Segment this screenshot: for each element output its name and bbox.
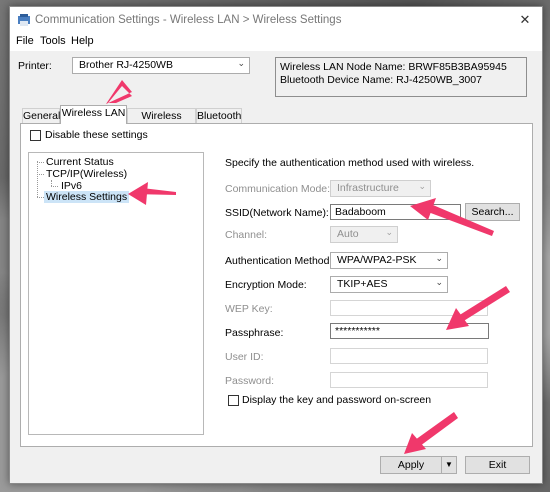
printer-dropdown[interactable]: Brother RJ-4250WB ⌄: [72, 57, 250, 74]
user-id-input[interactable]: [330, 348, 488, 364]
settings-tree: Current Status TCP/IP(Wireless) IPv6 Wir…: [28, 152, 204, 435]
user-id-label: User ID:: [225, 351, 264, 363]
channel-dropdown[interactable]: Auto ⌄: [330, 226, 398, 243]
exit-button[interactable]: Exit: [465, 456, 530, 474]
app-icon: [18, 14, 30, 26]
auth-method-value: WPA/WPA2-PSK: [337, 254, 417, 266]
tree-item-current-status[interactable]: Current Status: [46, 156, 114, 168]
channel-value: Auto: [337, 228, 359, 240]
bluetooth-device-name: Bluetooth Device Name: RJ-4250WB_3007: [280, 74, 482, 86]
tab-general[interactable]: General: [22, 108, 60, 123]
passphrase-input[interactable]: ***********: [330, 323, 489, 339]
wep-key-label: WEP Key:: [225, 303, 273, 315]
menu-bar: File Tools Help: [10, 33, 542, 51]
instruction-text: Specify the authentication method used w…: [225, 157, 475, 169]
tab-bluetooth[interactable]: Bluetooth: [196, 108, 242, 123]
encryption-mode-dropdown[interactable]: TKIP+AES ⌄: [330, 276, 448, 293]
title-bar[interactable]: Communication Settings - Wireless LAN > …: [10, 7, 542, 33]
ssid-label: SSID(Network Name):: [225, 207, 329, 219]
chevron-down-icon: ⌄: [435, 277, 443, 287]
display-key-checkbox[interactable]: [228, 395, 239, 406]
passphrase-value: ***********: [335, 325, 380, 337]
encryption-mode-label: Encryption Mode:: [225, 279, 307, 291]
caret-down-icon: ▼: [445, 460, 453, 469]
printer-selected-value: Brother RJ-4250WB: [79, 59, 173, 71]
tree-connector-line: [37, 174, 44, 175]
chevron-down-icon: ⌄: [237, 58, 245, 68]
auth-method-dropdown[interactable]: WPA/WPA2-PSK ⌄: [330, 252, 448, 269]
printer-label: Printer:: [18, 60, 52, 72]
tree-connector-line: [51, 186, 58, 187]
comm-mode-dropdown[interactable]: Infrastructure ⌄: [330, 180, 431, 197]
menu-file[interactable]: File: [16, 35, 34, 47]
passphrase-label: Passphrase:: [225, 327, 284, 339]
tab-wireless-direct[interactable]: Wireless Direct: [127, 108, 196, 137]
menu-tools[interactable]: Tools: [40, 35, 66, 47]
ssid-input[interactable]: Badaboom: [330, 204, 461, 220]
disable-settings-label: Disable these settings: [45, 129, 148, 141]
chevron-down-icon: ⌄: [418, 181, 426, 191]
wlan-node-name: Wireless LAN Node Name: BRWF85B3BA95945: [280, 61, 507, 73]
wep-key-input[interactable]: [330, 300, 488, 316]
chevron-down-icon: ⌄: [435, 253, 443, 263]
communication-settings-window: Communication Settings - Wireless LAN > …: [9, 6, 543, 484]
tree-connector-line: [37, 161, 38, 197]
auth-method-label: Authentication Method:: [225, 255, 333, 267]
display-key-label: Display the key and password on-screen: [242, 394, 432, 406]
tab-wireless-lan[interactable]: Wireless LAN: [60, 105, 127, 124]
disable-settings-checkbox[interactable]: [30, 130, 41, 141]
encryption-mode-value: TKIP+AES: [337, 278, 388, 290]
tree-item-wireless-settings[interactable]: Wireless Settings: [44, 191, 130, 203]
chevron-down-icon: ⌄: [385, 227, 393, 237]
device-info-box: Wireless LAN Node Name: BRWF85B3BA95945 …: [275, 57, 527, 97]
channel-label: Channel:: [225, 229, 268, 241]
search-button[interactable]: Search...: [465, 203, 520, 221]
comm-mode-label: Communication Mode:: [225, 183, 331, 195]
apply-button[interactable]: Apply: [380, 456, 442, 474]
tree-connector-line: [37, 162, 44, 163]
tree-connector-line: [37, 197, 44, 198]
window-title: Communication Settings - Wireless LAN > …: [35, 14, 342, 26]
menu-help[interactable]: Help: [71, 35, 94, 47]
password-input[interactable]: [330, 372, 488, 388]
password-label: Password:: [225, 375, 275, 387]
apply-dropdown-button[interactable]: ▼: [441, 456, 457, 474]
tree-item-tcpip[interactable]: TCP/IP(Wireless): [46, 168, 127, 180]
comm-mode-value: Infrastructure: [337, 182, 399, 194]
close-button[interactable]: ✕: [508, 7, 542, 33]
ssid-value: Badaboom: [335, 206, 386, 218]
